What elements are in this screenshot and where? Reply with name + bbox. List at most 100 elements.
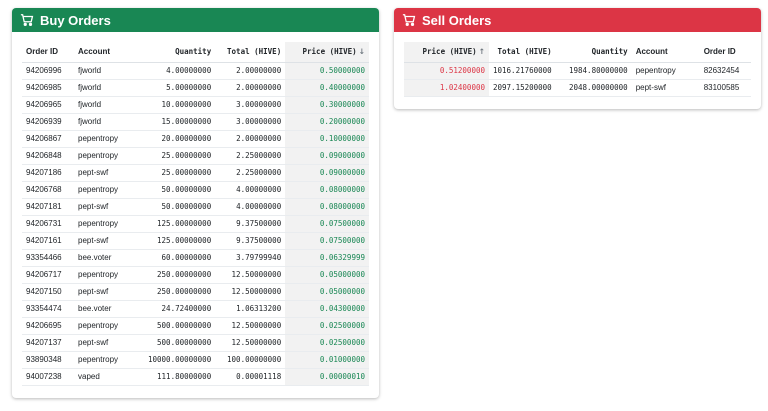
account-cell: pepentropy xyxy=(74,147,144,165)
cart-icon xyxy=(402,13,416,27)
price-cell: 0.40000000 xyxy=(285,79,369,97)
quantity-cell: 500.00000000 xyxy=(144,317,216,335)
total-cell: 3.79799940 xyxy=(215,249,286,267)
buy-order-row[interactable]: 94207137 pept-swf 500.00000000 12.50000000 0… xyxy=(22,334,369,352)
account-cell: pept-swf xyxy=(74,198,144,216)
buy-order-row[interactable]: 94206965 fjworld 10.00000000 3.00000000 0.30… xyxy=(22,96,369,114)
price-cell: 0.07500000 xyxy=(285,232,369,250)
col-order-id[interactable]: Order ID xyxy=(22,42,74,63)
total-cell: 2.25000000 xyxy=(215,147,286,165)
price-cell: 0.01000000 xyxy=(285,351,369,369)
buy-order-row[interactable]: 94206939 fjworld 15.00000000 3.00000000 0.20… xyxy=(22,113,369,131)
order-id-cell: 94007238 xyxy=(22,368,74,386)
buy-order-row[interactable]: 94207161 pept-swf 125.00000000 9.37500000 0.… xyxy=(22,232,369,250)
total-cell: 0.00001118 xyxy=(215,368,286,386)
price-cell: 1.02400000 xyxy=(404,79,489,97)
price-cell: 0.08000000 xyxy=(285,198,369,216)
total-cell: 2.00000000 xyxy=(215,62,286,80)
order-id-cell: 94206731 xyxy=(22,215,74,233)
account-cell: vaped xyxy=(74,368,144,386)
price-cell: 0.06329999 xyxy=(285,249,369,267)
order-id-cell: 94207161 xyxy=(22,232,74,250)
buy-order-row[interactable]: 94206867 pepentropy 20.00000000 2.00000000 0… xyxy=(22,130,369,148)
quantity-cell: 250.00000000 xyxy=(144,283,216,301)
buy-order-row[interactable]: 94207186 pept-swf 25.00000000 2.25000000 0.0… xyxy=(22,164,369,182)
total-cell: 9.37500000 xyxy=(215,215,286,233)
buy-orders-panel: Buy Orders Order ID Account Quantity Tot… xyxy=(12,8,379,398)
price-cell: 0.20000000 xyxy=(285,113,369,131)
col-order-id[interactable]: Order ID xyxy=(699,42,751,63)
total-cell: 12.50000000 xyxy=(215,334,286,352)
buy-order-row[interactable]: 94206717 pepentropy 250.00000000 12.5000000… xyxy=(22,266,369,284)
buy-order-row[interactable]: 93354474 bee.voter 24.72400000 1.06313200 0.… xyxy=(22,300,369,318)
buy-order-row[interactable]: 94206996 fjworld 4.00000000 2.00000000 0.500… xyxy=(22,62,369,80)
buy-order-row[interactable]: 94206848 pepentropy 25.00000000 2.25000000 0… xyxy=(22,147,369,165)
order-id-cell: 94206985 xyxy=(22,79,74,97)
price-cell: 0.50000000 xyxy=(285,62,369,80)
quantity-cell: 25.00000000 xyxy=(144,164,216,182)
order-id-cell: 94206848 xyxy=(22,147,74,165)
price-cell: 0.00000010 xyxy=(285,368,369,386)
account-cell: fjworld xyxy=(74,113,144,131)
price-cell: 0.10000000 xyxy=(285,130,369,148)
total-cell: 3.00000000 xyxy=(215,96,286,114)
total-cell: 1016.21760000 xyxy=(489,62,556,80)
col-quantity[interactable]: Quantity xyxy=(555,42,632,63)
col-account[interactable]: Account xyxy=(74,42,144,63)
total-cell: 2.00000000 xyxy=(215,130,286,148)
buy-order-row[interactable]: 94207150 pept-swf 250.00000000 12.50000000 0… xyxy=(22,283,369,301)
col-total[interactable]: Total (HIVE) xyxy=(215,42,286,63)
account-cell: pepentropy xyxy=(74,351,144,369)
price-cell: 0.05000000 xyxy=(285,283,369,301)
buy-order-row[interactable]: 94007238 vaped 111.80000000 0.00001118 0.000… xyxy=(22,368,369,386)
quantity-cell: 20.00000000 xyxy=(144,130,216,148)
buy-order-row[interactable]: 94207181 pept-swf 50.00000000 4.00000000 0.0… xyxy=(22,198,369,216)
total-cell: 12.50000000 xyxy=(215,266,286,284)
account-cell: pepentropy xyxy=(74,181,144,199)
order-id-cell: 94206695 xyxy=(22,317,74,335)
sort-desc-icon: ↓ xyxy=(358,47,365,57)
quantity-cell: 50.00000000 xyxy=(144,198,216,216)
account-cell: bee.voter xyxy=(74,300,144,318)
order-id-cell: 94206996 xyxy=(22,62,74,80)
buy-order-row[interactable]: 94206695 pepentropy 500.00000000 12.5000000… xyxy=(22,317,369,335)
sell-orders-title: Sell Orders xyxy=(422,12,492,28)
quantity-cell: 125.00000000 xyxy=(144,232,216,250)
col-total[interactable]: Total (HIVE) xyxy=(489,42,556,63)
quantity-cell: 10000.00000000 xyxy=(144,351,216,369)
sell-order-row[interactable]: 0.51200000 1016.21760000 1984.80000000 pepe… xyxy=(404,62,751,80)
quantity-cell: 1984.80000000 xyxy=(555,62,632,80)
col-account[interactable]: Account xyxy=(631,42,700,63)
price-cell: 0.09000000 xyxy=(285,147,369,165)
sell-order-row[interactable]: 1.02400000 2097.15200000 2048.00000000 pept… xyxy=(404,79,751,97)
account-cell: fjworld xyxy=(74,96,144,114)
buy-order-row[interactable]: 93890348 pepentropy 10000.00000000 100.0000… xyxy=(22,351,369,369)
total-cell: 1.06313200 xyxy=(215,300,286,318)
col-quantity[interactable]: Quantity xyxy=(144,42,216,63)
sell-orders-header: Sell Orders xyxy=(394,8,761,32)
account-cell: pept-swf xyxy=(74,164,144,182)
total-cell: 3.00000000 xyxy=(215,113,286,131)
quantity-cell: 10.00000000 xyxy=(144,96,216,114)
buy-order-row[interactable]: 93354466 bee.voter 60.00000000 3.79799940 0.… xyxy=(22,249,369,267)
total-cell: 4.00000000 xyxy=(215,181,286,199)
col-price-label: Price (HIVE) xyxy=(422,47,477,57)
buy-orders-table: Order ID Account Quantity Total (HIVE) P… xyxy=(22,42,369,386)
col-price[interactable]: Price (HIVE) ↑ xyxy=(404,42,489,63)
buy-order-row[interactable]: 94206768 pepentropy 50.00000000 4.00000000 0… xyxy=(22,181,369,199)
order-id-cell: 94206717 xyxy=(22,266,74,284)
col-price-label: Price (HIVE) xyxy=(302,47,357,57)
account-cell: fjworld xyxy=(74,62,144,80)
quantity-cell: 125.00000000 xyxy=(144,215,216,233)
buy-orders-title: Buy Orders xyxy=(40,12,111,28)
total-cell: 2097.15200000 xyxy=(489,79,556,97)
sort-asc-icon: ↑ xyxy=(478,47,485,57)
account-cell: fjworld xyxy=(74,79,144,97)
total-cell: 2.25000000 xyxy=(215,164,286,182)
price-cell: 0.09000000 xyxy=(285,164,369,182)
buy-order-row[interactable]: 94206985 fjworld 5.00000000 2.00000000 0.400… xyxy=(22,79,369,97)
order-id-cell: 93890348 xyxy=(22,351,74,369)
order-id-cell: 94207186 xyxy=(22,164,74,182)
col-price[interactable]: Price (HIVE) ↓ xyxy=(285,42,369,63)
buy-order-row[interactable]: 94206731 pepentropy 125.00000000 9.37500000… xyxy=(22,215,369,233)
